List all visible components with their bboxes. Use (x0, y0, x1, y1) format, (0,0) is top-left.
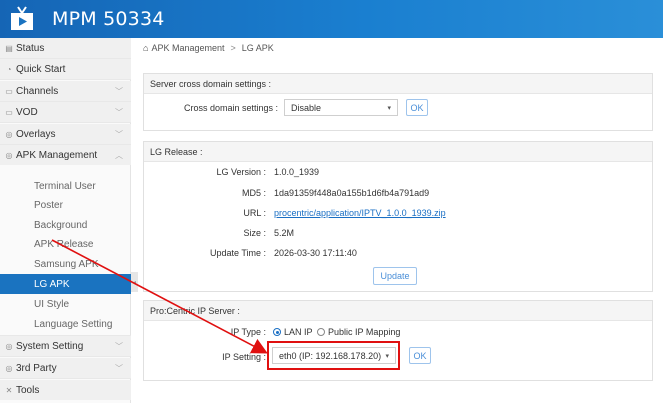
cross-domain-ok-button[interactable]: OK (406, 99, 428, 116)
sidebar-item-label: Status (16, 42, 45, 54)
sidebar-item-quick-start[interactable]: ◔ Quick Start (0, 59, 131, 79)
overlays-icon: ◎ (5, 129, 13, 139)
sidebar-item-label: 3rd Party (16, 362, 57, 374)
channels-icon: ▭ (5, 86, 13, 96)
vod-icon: ▭ (5, 107, 13, 117)
sidebar-item-apk-release[interactable]: APK Release (0, 234, 131, 254)
third-party-icon: ◎ (5, 363, 13, 373)
panel-heading: Server cross domain settings : (144, 74, 652, 94)
cross-domain-label: Cross domain settings : (183, 103, 278, 113)
cross-domain-select[interactable]: Disable ▾ (284, 99, 398, 116)
url-link[interactable]: procentric/application/IPTV_1.0.0_1939.z… (274, 208, 446, 218)
sidebar-item-label: Overlays (16, 128, 56, 140)
chevron-down-icon: ﹀ (115, 129, 123, 139)
sidebar-item-label: Tools (16, 384, 40, 396)
cross-domain-value: Disable (291, 102, 322, 113)
status-icon: ▤ (5, 43, 13, 53)
home-icon[interactable]: ⌂ (143, 43, 148, 53)
ip-setting-ok-button[interactable]: OK (409, 347, 431, 364)
ip-type-label: IP Type : (230, 327, 266, 337)
lg-version-value: 1.0.0_1939 (274, 167, 320, 177)
tools-icon: ✕ (5, 385, 13, 395)
url-label: URL : (243, 208, 266, 218)
chevron-down-icon: ﹀ (115, 363, 123, 373)
cross-domain-panel: Server cross domain settings : Cross dom… (143, 73, 653, 131)
chevron-down-icon: ▾ (387, 104, 391, 112)
sidebar-item-label: APK Management (16, 149, 98, 161)
chevron-down-icon: ﹀ (115, 86, 123, 96)
update-time-label: Update Time : (209, 248, 266, 258)
apk-icon: ◎ (5, 150, 13, 160)
size-label: Size : (243, 228, 266, 238)
sidebar-item-label: Channels (16, 85, 59, 97)
app-title: MPM 50334 (52, 8, 165, 30)
sidebar-item-lg-apk[interactable]: LG APK (0, 274, 131, 294)
panel-heading: Pro:Centric IP Server : (144, 301, 652, 321)
sidebar-item-label: APK Release (34, 238, 94, 250)
radio-unselected-icon (317, 328, 325, 336)
sidebar-item-label: VOD (16, 106, 38, 118)
chevron-down-icon: ﹀ (115, 107, 123, 117)
sidebar-item-vod[interactable]: ▭ VOD ﹀ (0, 102, 131, 122)
chevron-down-icon: ﹀ (115, 341, 123, 351)
sidebar-item-status[interactable]: ▤ Status (0, 38, 131, 58)
md5-value: 1da91359f448a0a155b1d6fb4a791ad9 (274, 188, 430, 198)
sidebar-item-system-setting[interactable]: ◎ System Setting ﹀ (0, 336, 131, 356)
lan-ip-label: LAN IP (284, 327, 313, 337)
public-ip-mapping-label: Public IP Mapping (328, 327, 401, 337)
lg-release-panel: LG Release : LG Version : 1.0.0_1939 MD5… (143, 141, 653, 292)
panel-heading: LG Release : (144, 142, 652, 162)
tv-play-icon (11, 6, 33, 30)
sidebar: ▤ Status ◔ Quick Start ▭ Channels ﹀ ▭ VO… (0, 38, 131, 403)
sidebar-item-label: UI Style (34, 298, 70, 310)
ip-setting-label: IP Setting : (222, 352, 266, 362)
sidebar-item-label: Poster (34, 199, 63, 211)
sidebar-item-label: System Setting (16, 340, 84, 352)
sidebar-item-background[interactable]: Background (0, 215, 131, 235)
sidebar-item-terminal-user[interactable]: Terminal User (0, 176, 131, 196)
breadcrumb: ⌂ APK Management > LG APK (143, 43, 274, 53)
breadcrumb-separator: > (230, 43, 236, 53)
sidebar-item-label: LG APK (34, 278, 70, 290)
size-value: 5.2M (274, 228, 295, 238)
md5-label: MD5 : (241, 188, 266, 198)
chevron-up-icon: ︿ (115, 150, 123, 160)
sidebar-item-overlays[interactable]: ◎ Overlays ﹀ (0, 124, 131, 144)
sidebar-item-label: Background (34, 219, 88, 231)
breadcrumb-current: LG APK (241, 43, 274, 53)
annotation-highlight-box (267, 341, 400, 370)
breadcrumb-parent[interactable]: APK Management (151, 43, 224, 53)
update-time-value: 2026-03-30 17:11:40 (274, 248, 357, 258)
sidebar-item-tools[interactable]: ✕ Tools (0, 380, 131, 400)
app-header: MPM 50334 (0, 0, 663, 38)
sidebar-item-ui-style[interactable]: UI Style (0, 294, 131, 314)
sidebar-item-language-setting[interactable]: Language Setting (0, 314, 131, 334)
system-icon: ◎ (5, 341, 13, 351)
lg-version-label: LG Version : (216, 167, 266, 177)
sidebar-item-label: Samsung APK (34, 258, 99, 270)
sidebar-item-poster[interactable]: Poster (0, 195, 131, 215)
lan-ip-radio[interactable]: LAN IP (273, 327, 313, 337)
sidebar-item-label: Terminal User (34, 180, 96, 192)
radio-selected-icon (273, 328, 281, 336)
sidebar-collapse-toggle[interactable]: ◂ (131, 272, 138, 292)
quick-start-icon: ◔ (6, 64, 12, 74)
sidebar-item-apk-management[interactable]: ◎ APK Management ︿ (0, 145, 131, 165)
update-button[interactable]: Update (373, 267, 417, 285)
sidebar-item-label: Language Setting (34, 318, 113, 330)
public-ip-mapping-radio[interactable]: Public IP Mapping (317, 327, 400, 337)
sidebar-item-3rd-party[interactable]: ◎ 3rd Party ﹀ (0, 358, 131, 378)
sidebar-item-label: Quick Start (16, 63, 66, 75)
sidebar-item-samsung-apk[interactable]: Samsung APK (0, 254, 131, 274)
sidebar-item-channels[interactable]: ▭ Channels ﹀ (0, 81, 131, 101)
